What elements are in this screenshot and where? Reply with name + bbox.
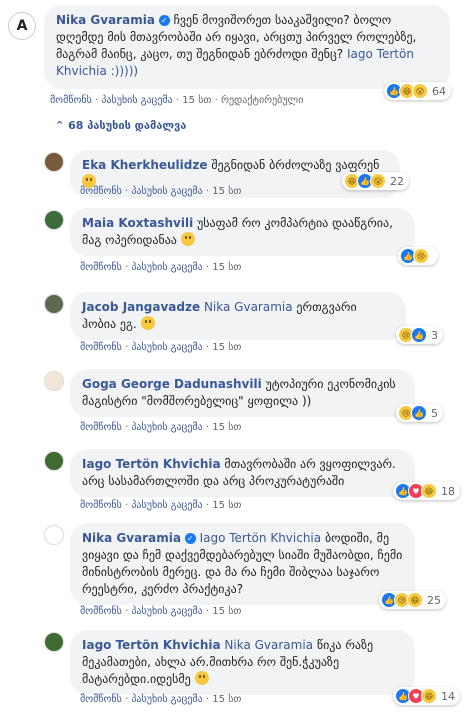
like-link[interactable]: მომწონს bbox=[80, 262, 122, 273]
reply-time[interactable]: 15 სთ bbox=[212, 342, 241, 353]
avatar[interactable] bbox=[44, 294, 64, 314]
reply-link[interactable]: პასუხის გაცემა bbox=[131, 422, 202, 433]
reaction-summary[interactable]: 👍 😢 bbox=[398, 247, 438, 265]
reply-link[interactable]: პასუხის გაცემა bbox=[131, 606, 202, 617]
comment-bubble: Nika Gvaramia ✓ ჩვენ მოვიშორეთ სააკაშვილ… bbox=[44, 5, 450, 89]
verified-check-icon: ✓ bbox=[184, 533, 196, 544]
reply-actions: მომწონს · პასუხის გაცემა · 15 სთ bbox=[80, 186, 242, 197]
wow-icon: 😮 bbox=[370, 173, 386, 189]
reply-mention[interactable]: Nika Gvaramia bbox=[224, 638, 313, 652]
reply-bubble: Nika Gvaramia ✓ Iago Tertön Khvichia ბოდ… bbox=[70, 523, 415, 605]
comment-suffix: :))))) bbox=[106, 64, 139, 78]
like-link[interactable]: მომწონს bbox=[80, 342, 122, 353]
haha-icon: 😆 bbox=[421, 688, 437, 704]
reply-link[interactable]: პასუხის გაცემა bbox=[131, 262, 202, 273]
reaction-summary[interactable]: 😢 👍 5 bbox=[396, 404, 443, 422]
reaction-summary[interactable]: 😆 👍 😮 22 bbox=[342, 172, 409, 190]
reaction-count: 5 bbox=[431, 406, 438, 420]
reply-actions: მომწონს · პასუხის გაცემა · 15 სთ bbox=[80, 606, 242, 617]
reply-author[interactable]: Maia Koxtashvili bbox=[82, 216, 193, 230]
reply-actions: მომწონს · პასუხის გაცემა · 15 სთ bbox=[80, 262, 242, 273]
reply-actions: მომწონს · პასუხის გაცემა · 15 სთ bbox=[80, 342, 242, 353]
reply-time[interactable]: 15 სთ bbox=[212, 606, 241, 617]
reply-bubble: Maia Koxtashvili უსაფამ რო კომპარტია დაა… bbox=[70, 208, 415, 256]
hide-replies-toggle[interactable]: ⌃ 68 პასუხის დამალვა bbox=[55, 119, 186, 132]
reaction-count: 25 bbox=[427, 593, 441, 607]
reaction-summary[interactable]: 😢 👍 3 bbox=[396, 326, 443, 344]
reaction-summary[interactable]: 👍 ♥ 😆 14 bbox=[393, 687, 460, 705]
edited-label: რედაქტირებული bbox=[220, 95, 304, 106]
wow-icon: 😮 bbox=[412, 83, 428, 99]
reply-mention[interactable]: Nika Gvaramia bbox=[204, 300, 293, 314]
reply-time[interactable]: 15 სთ bbox=[212, 422, 241, 433]
reply-bubble: Goga George Dadunashvili უტოპიური ეკონომ… bbox=[70, 369, 415, 417]
reply-link[interactable]: პასუხის გაცემა bbox=[101, 95, 172, 106]
sad-icon: 😢 bbox=[413, 248, 429, 264]
reply-actions: მომწონს · პასუხის გაცემა · 15 სთ bbox=[80, 500, 242, 511]
reply-bubble: Jacob Jangavadze Nika Gvaramia ერთგვარი … bbox=[70, 292, 406, 340]
hide-replies-label: 68 პასუხის დამალვა bbox=[68, 119, 187, 132]
smile-emoji-icon bbox=[194, 671, 209, 685]
like-icon: 👍 bbox=[411, 405, 427, 421]
avatar[interactable] bbox=[44, 525, 64, 545]
reply-author[interactable]: Iago Tertön Khvichia bbox=[82, 457, 221, 471]
comment-actions: მომწონს · პასუხის გაცემა · 15 სთ · რედაქ… bbox=[50, 95, 304, 106]
like-icon: 👍 bbox=[411, 327, 427, 343]
reaction-summary[interactable]: 👍 😢 😆 25 bbox=[379, 591, 446, 609]
reaction-summary[interactable]: 👍 😆 😮 64 bbox=[384, 82, 451, 100]
reaction-count: 3 bbox=[431, 328, 438, 342]
reply-actions: მომწონს · პასუხის გაცემა · 15 სთ bbox=[80, 422, 242, 433]
reply-link[interactable]: პასუხის გაცემა bbox=[131, 186, 202, 197]
reply-time[interactable]: 15 სთ bbox=[212, 262, 241, 273]
like-link[interactable]: მომწონს bbox=[80, 422, 122, 433]
reaction-summary[interactable]: 👍 ♥ 😆 18 bbox=[393, 482, 460, 500]
like-link[interactable]: მომწონს bbox=[80, 500, 122, 511]
avatar[interactable] bbox=[44, 152, 64, 172]
like-link[interactable]: მომწონს bbox=[80, 186, 122, 197]
reply-time[interactable]: 15 სთ bbox=[212, 694, 241, 705]
reply-link[interactable]: პასუხის გაცემა bbox=[131, 500, 202, 511]
reaction-count: 22 bbox=[390, 174, 404, 188]
avatar[interactable]: A bbox=[8, 12, 36, 40]
like-link[interactable]: მომწონს bbox=[50, 95, 92, 106]
chevron-up-icon: ⌃ bbox=[55, 119, 65, 132]
comment-time[interactable]: 15 სთ bbox=[182, 95, 211, 106]
smile-emoji-icon bbox=[180, 232, 195, 246]
reply-author[interactable]: Iago Tertön Khvichia bbox=[82, 638, 221, 652]
comment-author[interactable]: Nika Gvaramia bbox=[56, 13, 155, 27]
reply-author[interactable]: Eka Kherkheulidze bbox=[82, 158, 208, 172]
reaction-count: 18 bbox=[441, 484, 455, 498]
reply-link[interactable]: პასუხის გაცემა bbox=[131, 694, 202, 705]
avatar[interactable] bbox=[44, 632, 64, 652]
reply-time[interactable]: 15 სთ bbox=[212, 186, 241, 197]
reply-mention[interactable]: Iago Tertön Khvichia bbox=[200, 531, 322, 545]
verified-check-icon: ✓ bbox=[158, 15, 170, 26]
reply-time[interactable]: 15 სთ bbox=[212, 500, 241, 511]
reply-bubble: Iago Tertön Khvichia მთავრობაში არ ვყოფი… bbox=[70, 449, 415, 497]
like-link[interactable]: მომწონს bbox=[80, 606, 122, 617]
reply-author[interactable]: Nika Gvaramia bbox=[82, 531, 181, 545]
haha-icon: 😆 bbox=[407, 592, 423, 608]
reply-author[interactable]: Jacob Jangavadze bbox=[82, 300, 200, 314]
reply-text: შეგნიდან ბრძოლაზე ვაფრენ bbox=[211, 158, 380, 172]
avatar[interactable] bbox=[44, 210, 64, 230]
smile-emoji-icon bbox=[140, 316, 155, 330]
haha-icon: 😆 bbox=[421, 483, 437, 499]
reply-actions: მომწონს · პასუხის გაცემა · 15 სთ bbox=[80, 694, 242, 705]
reaction-count: 64 bbox=[432, 84, 446, 98]
reply-bubble: Iago Tertön Khvichia Nika Gvaramia წიკა … bbox=[70, 630, 415, 695]
reply-author[interactable]: Goga George Dadunashvili bbox=[82, 377, 262, 391]
reply-link[interactable]: პასუხის გაცემა bbox=[131, 342, 202, 353]
avatar[interactable] bbox=[44, 451, 64, 471]
reaction-count: 14 bbox=[441, 689, 455, 703]
avatar[interactable] bbox=[44, 371, 64, 391]
like-link[interactable]: მომწონს bbox=[80, 694, 122, 705]
